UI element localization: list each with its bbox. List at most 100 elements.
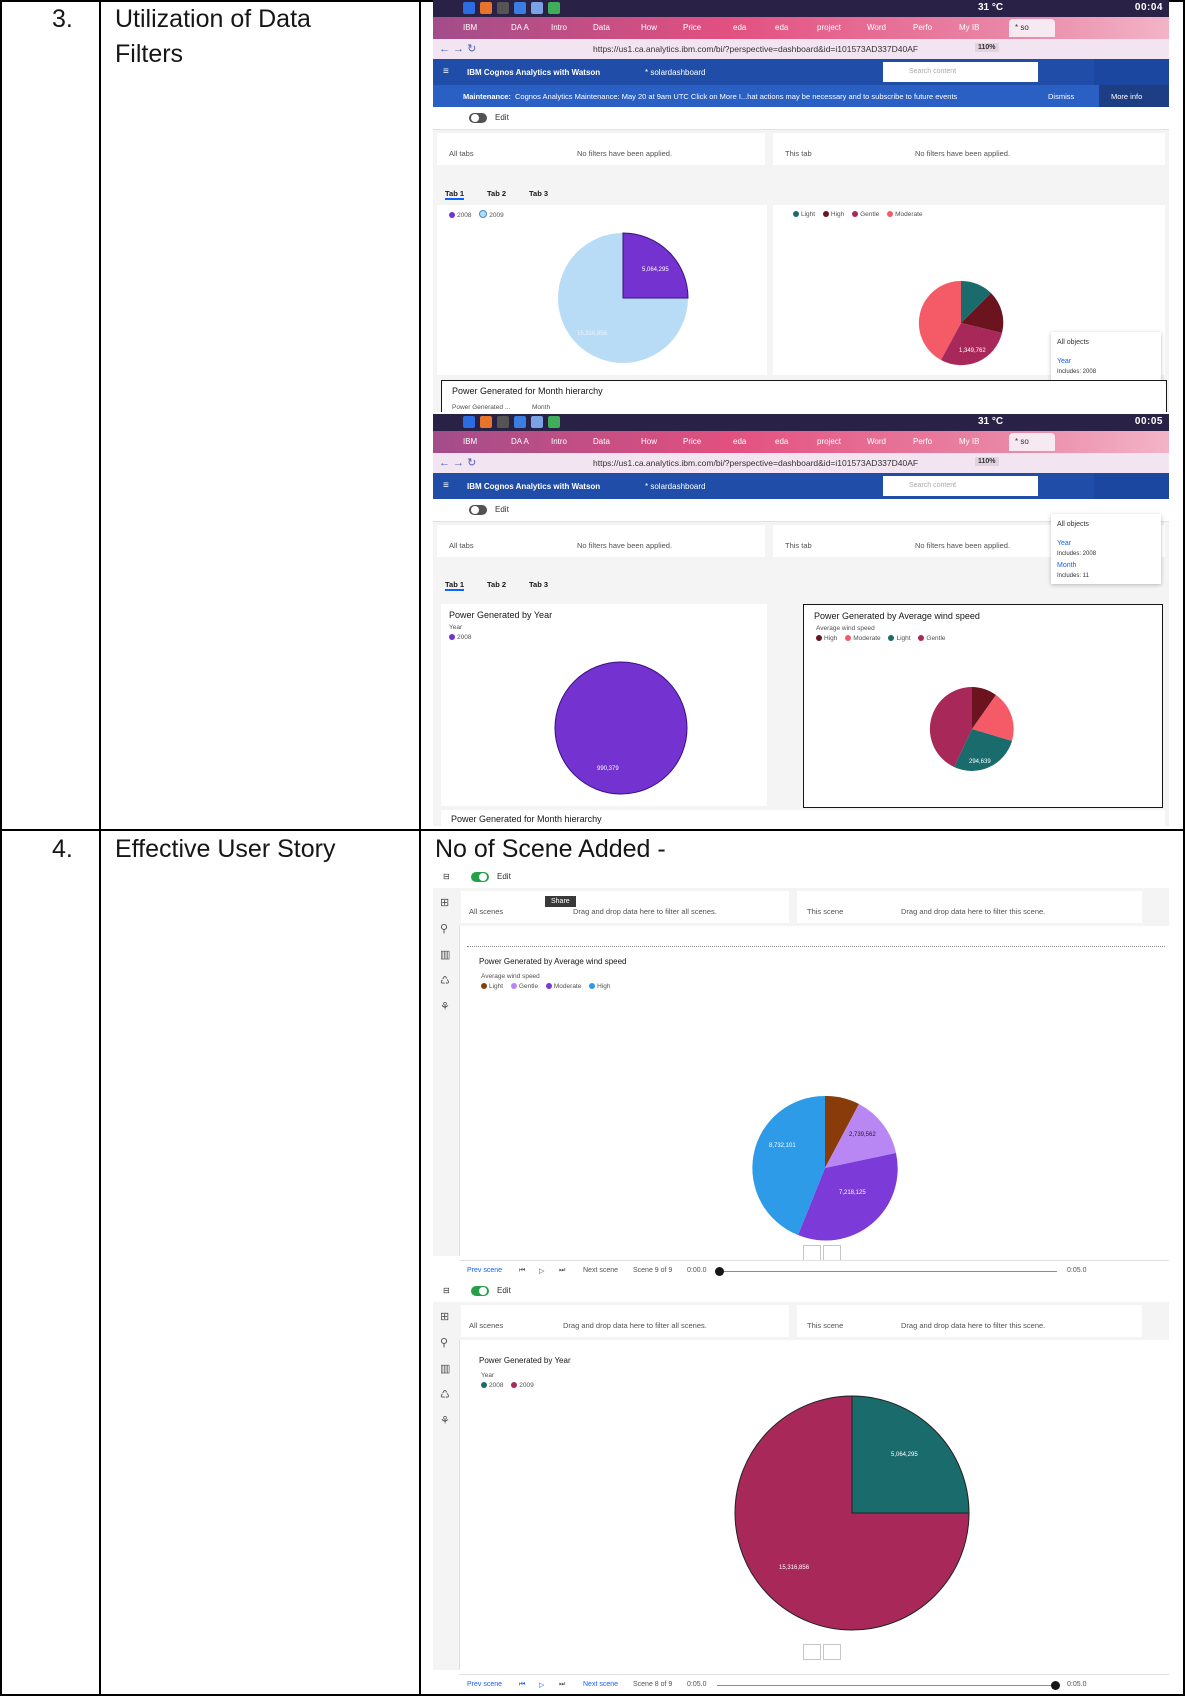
edit-toggle[interactable] (471, 872, 489, 882)
play-icon[interactable]: ▷ (539, 1681, 544, 1689)
toolbar-icon[interactable]: ⊟ (443, 872, 450, 881)
browser-tab[interactable]: Perfo (913, 23, 932, 32)
timeline-slider[interactable] (717, 1685, 1057, 1686)
tab-3[interactable]: Tab 3 (529, 580, 548, 589)
next-scene-button[interactable]: Next scene (583, 1681, 618, 1688)
sidebar-icon[interactable]: ♺ (440, 1388, 450, 1401)
edit-toggle[interactable] (469, 113, 487, 123)
prev-scene-button[interactable]: Prev scene (467, 1681, 502, 1688)
search-input[interactable]: Search content (883, 62, 1038, 82)
more-info-link[interactable]: More info (1111, 92, 1142, 101)
chart-panel-bottom[interactable]: Power Generated for Month hierarchy Powe… (441, 380, 1167, 412)
browser-tab[interactable]: eda (733, 437, 746, 446)
back-icon[interactable]: ← → ↻ (439, 456, 476, 469)
browser-tab-active[interactable]: * so (1009, 19, 1055, 37)
browser-tab[interactable]: How (641, 437, 657, 446)
view-toggle[interactable] (803, 1245, 843, 1261)
tab-2[interactable]: Tab 2 (487, 189, 506, 198)
sidebar-icon[interactable]: ♺ (440, 974, 450, 987)
browser-tab[interactable]: eda (775, 437, 788, 446)
timeline-knob[interactable] (1051, 1681, 1060, 1690)
browser-tab[interactable]: DA A (511, 437, 529, 446)
sidebar-icon[interactable]: ▥ (440, 948, 450, 961)
menu-icon[interactable]: ≡ (443, 66, 449, 77)
timeline-slider[interactable] (717, 1271, 1057, 1272)
edit-toggle[interactable] (471, 1286, 489, 1296)
popup-item[interactable]: Month (1057, 562, 1076, 569)
timeline-knob[interactable] (715, 1267, 724, 1276)
browser-tab[interactable]: DA A (511, 23, 529, 32)
dashboard-name[interactable]: * solardashboard (645, 68, 705, 77)
search-input[interactable]: Search content (883, 476, 1038, 496)
browser-tab[interactable]: project (817, 437, 841, 446)
back-icon[interactable]: ← → ↻ (439, 42, 476, 55)
last-scene-icon[interactable]: ⏭ (559, 1267, 565, 1275)
browser-tab[interactable]: My IB (959, 23, 979, 32)
dismiss-link[interactable]: Dismiss (1048, 92, 1074, 101)
toolbar-icon[interactable]: ⊟ (443, 1286, 450, 1295)
url-text[interactable]: https://us1.ca.analytics.ibm.com/bi/?per… (593, 458, 918, 468)
filter-all-tabs[interactable]: All tabs No filters have been applied. (437, 133, 765, 165)
browser-tab[interactable]: Price (683, 437, 701, 446)
chart-panel[interactable]: Power Generated by Average wind speed Av… (467, 946, 1165, 1261)
view-toggle[interactable] (803, 1644, 843, 1660)
browser-tab[interactable]: How (641, 23, 657, 32)
browser-tab[interactable]: project (817, 23, 841, 32)
browser-tab[interactable]: My IB (959, 437, 979, 446)
popup-item[interactable]: Year (1057, 540, 1071, 547)
sidebar-icon[interactable]: ⚘ (440, 1414, 450, 1427)
tab-3[interactable]: Tab 3 (529, 189, 548, 198)
chart-panel-right[interactable]: Power Generated by Average wind speed Av… (803, 604, 1163, 808)
filter-all-tabs[interactable]: All tabs No filters have been applied. (437, 525, 765, 557)
browser-tab[interactable]: IBM (463, 437, 477, 446)
sidebar-icon[interactable]: ⊞ (440, 896, 449, 909)
chart-panel-left[interactable]: 2008 2009 5,064,295 15,316,856 (437, 205, 767, 375)
browser-tab[interactable]: Intro (551, 437, 567, 446)
sidebar-icon[interactable]: ⊞ (440, 1310, 449, 1323)
filter-all-text: Drag and drop data here to filter all sc… (563, 1321, 707, 1330)
filter-this-scene[interactable]: This scene Drag and drop data here to fi… (797, 1305, 1142, 1337)
sidebar-icon[interactable]: ⚘ (440, 1000, 450, 1013)
browser-tab[interactable]: eda (733, 23, 746, 32)
filter-this-scene[interactable]: This scene Drag and drop data here to fi… (797, 891, 1142, 923)
sidebar-icon[interactable]: ▥ (440, 1362, 450, 1375)
sidebar-icon[interactable]: ⚲ (440, 1336, 448, 1349)
tab-1[interactable]: Tab 1 (445, 189, 465, 200)
chart-panel-bottom[interactable]: Power Generated for Month hierarchy (441, 810, 1165, 826)
browser-tab[interactable]: Intro (551, 23, 567, 32)
tab-1[interactable]: Tab 1 (445, 580, 465, 591)
first-scene-icon[interactable]: ⏮ (519, 1681, 525, 1689)
first-scene-icon[interactable]: ⏮ (519, 1267, 525, 1275)
zoom-level[interactable]: 110% (975, 43, 999, 52)
filter-all-label: All tabs (449, 149, 474, 158)
browser-tab[interactable]: eda (775, 23, 788, 32)
browser-tab[interactable]: Data (593, 437, 610, 446)
dashboard-name[interactable]: * solardashboard (645, 482, 705, 491)
browser-tab[interactable]: Word (867, 23, 886, 32)
tab-2[interactable]: Tab 2 (487, 580, 506, 589)
browser-tab[interactable]: IBM (463, 23, 477, 32)
edit-toggle[interactable] (469, 505, 487, 515)
last-scene-icon[interactable]: ⏭ (559, 1681, 565, 1689)
browser-tab[interactable]: Price (683, 23, 701, 32)
table-border-left (0, 0, 2, 1696)
menu-icon[interactable]: ≡ (443, 480, 449, 491)
sidebar-icon[interactable]: ⚲ (440, 922, 448, 935)
filter-all-scenes[interactable]: All scenes Drag and drop data here to fi… (461, 891, 789, 923)
browser-tab[interactable]: Data (593, 23, 610, 32)
url-text[interactable]: https://us1.ca.analytics.ibm.com/bi/?per… (593, 44, 918, 54)
filter-this-tab[interactable]: This tab No filters have been applied. (773, 133, 1165, 165)
play-icon[interactable]: ▷ (539, 1267, 544, 1275)
browser-tab-active[interactable]: * so (1009, 433, 1055, 451)
chart-panel[interactable]: Power Generated by Year Year 2008 2009 5… (467, 1346, 1165, 1672)
zoom-level[interactable]: 110% (975, 457, 999, 466)
browser-tab[interactable]: Word (867, 437, 886, 446)
chart-panel-left[interactable]: Power Generated by Year Year 2008 990,37… (441, 604, 767, 806)
pie-slice-2008[interactable] (622, 232, 689, 299)
popup-item[interactable]: Year (1057, 358, 1071, 365)
next-scene-button[interactable]: Next scene (583, 1267, 618, 1274)
browser-tab[interactable]: Perfo (913, 437, 932, 446)
pie-slice-2008[interactable] (554, 661, 688, 795)
prev-scene-button[interactable]: Prev scene (467, 1267, 502, 1274)
filter-all-scenes[interactable]: All scenes Drag and drop data here to fi… (461, 1305, 789, 1337)
